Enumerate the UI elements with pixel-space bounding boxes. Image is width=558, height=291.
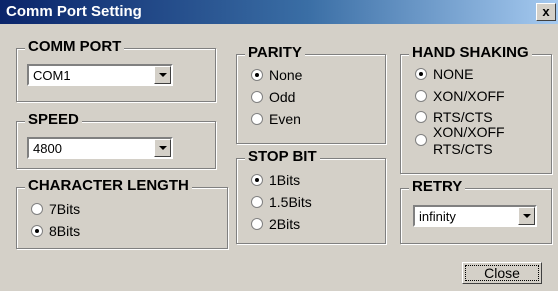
close-button[interactable]: Close <box>462 262 542 284</box>
speed-group: SPEED 4800 <box>16 111 216 169</box>
radio-icon[interactable] <box>251 218 263 230</box>
speed-value: 4800 <box>33 141 62 156</box>
radio-icon[interactable] <box>251 113 263 125</box>
retry-legend: RETRY <box>409 178 466 195</box>
close-button-label: Close <box>484 265 520 281</box>
radio-icon[interactable] <box>251 91 263 103</box>
comm-port-legend: COMM PORT <box>25 38 125 55</box>
chevron-down-icon[interactable] <box>154 139 171 157</box>
hand-shaking-legend: HAND SHAKING <box>409 44 532 61</box>
retry-group: RETRY infinity <box>400 178 552 244</box>
radio-icon[interactable] <box>415 134 427 146</box>
chevron-down-icon[interactable] <box>154 66 171 84</box>
parity-legend: PARITY <box>245 44 305 61</box>
title-bar: Comm Port Setting x <box>0 0 558 24</box>
radio-icon[interactable] <box>415 90 427 102</box>
radio-selected-icon[interactable] <box>251 69 263 81</box>
comm-port-value: COM1 <box>33 68 71 83</box>
stop-bit-group: STOP BIT 1Bits 1.5Bits 2Bits <box>236 148 386 244</box>
radio-icon[interactable] <box>251 196 263 208</box>
radio-selected-icon[interactable] <box>251 174 263 186</box>
chevron-down-icon[interactable] <box>518 207 535 225</box>
window-title: Comm Port Setting <box>6 3 142 20</box>
radio-icon[interactable] <box>31 203 43 215</box>
hand-shaking-group: HAND SHAKING NONE XON/XOFF RTS/CTS XON/X… <box>400 44 552 174</box>
close-icon[interactable]: x <box>536 3 556 21</box>
speed-legend: SPEED <box>25 111 82 128</box>
radio-icon[interactable] <box>415 111 427 123</box>
comm-port-group: COMM PORT COM1 <box>16 38 216 102</box>
character-length-group: CHARACTER LENGTH 7Bits 8Bits <box>16 177 228 249</box>
parity-group: PARITY None Odd Even <box>236 44 386 144</box>
radio-selected-icon[interactable] <box>415 68 427 80</box>
stop-bit-legend: STOP BIT <box>245 148 320 165</box>
retry-value: infinity <box>419 209 456 224</box>
radio-selected-icon[interactable] <box>31 225 43 237</box>
retry-select[interactable]: infinity <box>413 205 537 227</box>
comm-port-select[interactable]: COM1 <box>27 64 173 86</box>
character-length-legend: CHARACTER LENGTH <box>25 177 192 194</box>
speed-select[interactable]: 4800 <box>27 137 173 159</box>
